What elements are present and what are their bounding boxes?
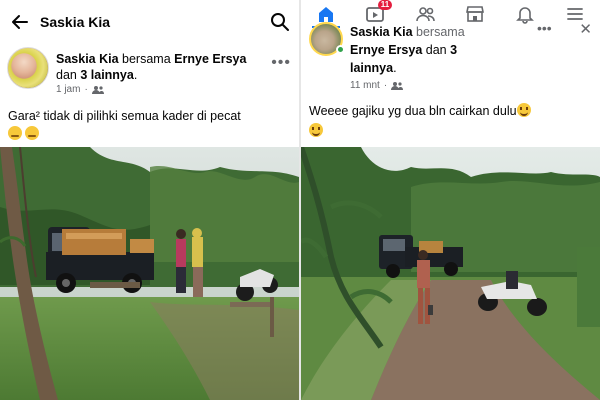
- author-line: Saskia Kia bersama Ernye Ersya dan 3 lai…: [56, 52, 247, 82]
- notification-badge: 11: [377, 0, 393, 10]
- post-meta: 1 jam ·: [56, 84, 104, 95]
- search-icon: [271, 13, 289, 31]
- pensive-face-icon: [8, 126, 22, 140]
- others-link[interactable]: lainnya: [350, 61, 393, 75]
- tagged-name[interactable]: Ernye Ersya: [350, 43, 422, 57]
- more-options-button[interactable]: •••: [271, 54, 291, 72]
- post-photo[interactable]: [0, 147, 299, 400]
- top-bar: Saskia Kia: [0, 0, 299, 44]
- notifications-icon: [516, 7, 535, 24]
- with-word: bersama: [122, 52, 171, 66]
- friends-privacy-icon: [391, 81, 404, 90]
- smiling-face-icon: [309, 123, 323, 137]
- home-icon: [318, 7, 333, 22]
- post-photo[interactable]: [301, 147, 600, 400]
- with-word: bersama: [416, 25, 465, 39]
- post-header: Saskia Kia bersama Ernye Ersya dan 3 lai…: [301, 20, 600, 96]
- post-meta: 11 mnt ·: [350, 80, 404, 91]
- yard-path-photo: [301, 147, 600, 400]
- author-line: Saskia Kia bersama Ernye Ersya dan 3 lai…: [350, 25, 465, 75]
- and-word: dan: [425, 43, 447, 57]
- post-time[interactable]: 1 jam: [56, 84, 80, 95]
- back-arrow-icon: [12, 15, 28, 29]
- author-name[interactable]: Saskia Kia: [56, 52, 119, 66]
- page-title: Saskia Kia: [40, 14, 111, 30]
- post-text: Gara² tidak di pilihki semua kader di pe…: [8, 107, 293, 143]
- post-message: Weeee gajiku yg dua bln cairkan dulu: [309, 104, 517, 118]
- others-link[interactable]: 3 lainnya: [80, 68, 134, 82]
- yard-truck-photo: [0, 147, 299, 400]
- post-header: Saskia Kia bersama Ernye Ersya dan 3 lai…: [0, 44, 299, 102]
- friends-icon: [415, 7, 435, 22]
- pensive-face-icon: [25, 126, 39, 140]
- author-name[interactable]: Saskia Kia: [350, 25, 413, 39]
- back-button[interactable]: [0, 0, 40, 44]
- close-button[interactable]: ✕: [579, 20, 592, 38]
- smiling-face-icon: [516, 103, 531, 117]
- tagged-name[interactable]: Ernye Ersya: [174, 52, 246, 66]
- right-screenshot: 11 Saskia Kia bersama Ernye Ersya dan 3 …: [301, 0, 600, 400]
- left-screenshot: Saskia Kia Saskia Kia bersama Ernye Ersy…: [0, 0, 299, 400]
- more-options-button[interactable]: •••: [537, 20, 552, 36]
- search-button[interactable]: [269, 11, 291, 33]
- post-time[interactable]: 11 mnt: [350, 80, 380, 91]
- avatar[interactable]: [7, 47, 49, 89]
- marketplace-icon: [466, 6, 485, 22]
- online-status-icon: [336, 45, 345, 54]
- post-text: Weeee gajiku yg dua bln cairkan dulu: [309, 101, 594, 141]
- and-word: dan: [56, 68, 77, 82]
- friends-privacy-icon: [91, 85, 104, 94]
- others-count[interactable]: 3: [450, 43, 457, 57]
- post-message: Gara² tidak di pilihki semua kader di pe…: [8, 109, 241, 123]
